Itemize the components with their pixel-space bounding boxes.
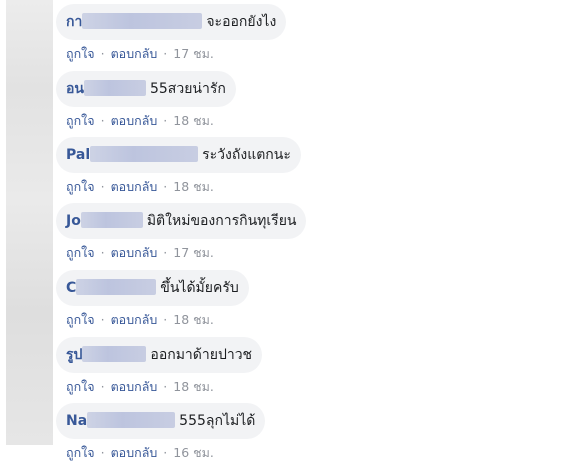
comment-timestamp[interactable]: 17 ชม. — [173, 245, 214, 260]
comment-list: กา จะออกยังไง ถูกใจ · ตอบกลับ · 17 ชม. อน 55สว… — [0, 0, 565, 465]
separator: · — [100, 46, 105, 61]
comment-timestamp[interactable]: 16 ชม. — [173, 445, 214, 460]
author-name-redaction — [80, 211, 143, 228]
comment-text: ระวังถังแตกนะ — [202, 147, 291, 163]
comment-bubble: Pal ระวังถังแตกนะ — [56, 137, 301, 173]
reply-link[interactable]: ตอบกลับ — [111, 179, 158, 194]
comment-author[interactable]: C — [66, 280, 76, 296]
author-name-redaction — [82, 345, 147, 362]
author-name-redaction — [82, 12, 203, 29]
separator: · — [163, 179, 168, 194]
separator: · — [100, 113, 105, 128]
like-link[interactable]: ถูกใจ — [66, 445, 95, 460]
separator: · — [100, 312, 105, 327]
comment-actions: ถูกใจ · ตอบกลับ · 18 ชม. — [66, 377, 214, 397]
comment-text: จะออกยังไง — [206, 14, 277, 30]
author-name-redaction — [76, 278, 157, 295]
like-link[interactable]: ถูกใจ — [66, 179, 95, 194]
separator: · — [100, 179, 105, 194]
comment-thread-page: กา จะออกยังไง ถูกใจ · ตอบกลับ · 17 ชม. อน 55สว… — [0, 0, 565, 465]
separator: · — [100, 379, 105, 394]
separator: · — [163, 445, 168, 460]
comment-timestamp[interactable]: 17 ชม. — [173, 46, 214, 61]
reply-link[interactable]: ตอบกลับ — [111, 46, 158, 61]
comment-author[interactable]: อน — [66, 81, 84, 97]
author-name-redaction — [87, 411, 176, 428]
comment-text: 555ลุกไม่ได้ — [179, 413, 256, 429]
reply-link[interactable]: ตอบกลับ — [111, 245, 158, 260]
separator: · — [163, 379, 168, 394]
comment-actions: ถูกใจ · ตอบกลับ · 17 ชม. — [66, 243, 214, 263]
comment-timestamp[interactable]: 18 ชม. — [173, 312, 214, 327]
comment-text: 55สวยน่ารัก — [149, 81, 226, 97]
comment-author[interactable]: Jo — [66, 213, 81, 229]
separator: · — [163, 113, 168, 128]
comment-text: ออกมาด้ายปาวช — [150, 347, 253, 363]
like-link[interactable]: ถูกใจ — [66, 245, 95, 260]
comment-bubble: กา จะออกยังไง — [56, 4, 287, 40]
separator: · — [163, 46, 168, 61]
author-name-redaction — [83, 79, 146, 96]
comment-author[interactable]: รูป — [66, 347, 82, 363]
author-name-redaction — [90, 145, 199, 162]
comment-timestamp[interactable]: 18 ชม. — [173, 179, 214, 194]
reply-link[interactable]: ตอบกลับ — [111, 379, 158, 394]
like-link[interactable]: ถูกใจ — [66, 46, 95, 61]
comment-actions: ถูกใจ · ตอบกลับ · 17 ชม. — [66, 44, 214, 64]
like-link[interactable]: ถูกใจ — [66, 312, 95, 327]
comment-author[interactable]: Na — [66, 413, 87, 429]
like-link[interactable]: ถูกใจ — [66, 379, 95, 394]
comment-bubble: Jo มิติใหม่ของการกินทุเรียน — [56, 203, 307, 239]
separator: · — [163, 312, 168, 327]
comment-timestamp[interactable]: 18 ชม. — [173, 379, 214, 394]
comment-text: มิติใหม่ของการกินทุเรียน — [146, 213, 297, 229]
comment-bubble: C ขึ้นได้มั้ยครับ — [56, 270, 249, 306]
comment-bubble: Na 555ลุกไม่ได้ — [56, 403, 266, 439]
comment-actions: ถูกใจ · ตอบกลับ · 18 ชม. — [66, 310, 214, 330]
comment-author[interactable]: Pal — [66, 147, 90, 163]
comment-actions: ถูกใจ · ตอบกลับ · 18 ชม. — [66, 177, 214, 197]
separator: · — [163, 245, 168, 260]
comment-text: ขึ้นได้มั้ยครับ — [160, 280, 239, 296]
separator: · — [100, 245, 105, 260]
separator: · — [100, 445, 105, 460]
comment-author[interactable]: กา — [66, 14, 82, 30]
reply-link[interactable]: ตอบกลับ — [111, 445, 158, 460]
reply-link[interactable]: ตอบกลับ — [111, 312, 158, 327]
comment-timestamp[interactable]: 18 ชม. — [173, 113, 214, 128]
reply-link[interactable]: ตอบกลับ — [111, 113, 158, 128]
like-link[interactable]: ถูกใจ — [66, 113, 95, 128]
comment-actions: ถูกใจ · ตอบกลับ · 16 ชม. — [66, 443, 214, 463]
comment-actions: ถูกใจ · ตอบกลับ · 18 ชม. — [66, 111, 214, 131]
comment-bubble: รูป ออกมาด้ายปาวช — [56, 337, 263, 373]
comment-bubble: อน 55สวยน่ารัก — [56, 71, 236, 107]
